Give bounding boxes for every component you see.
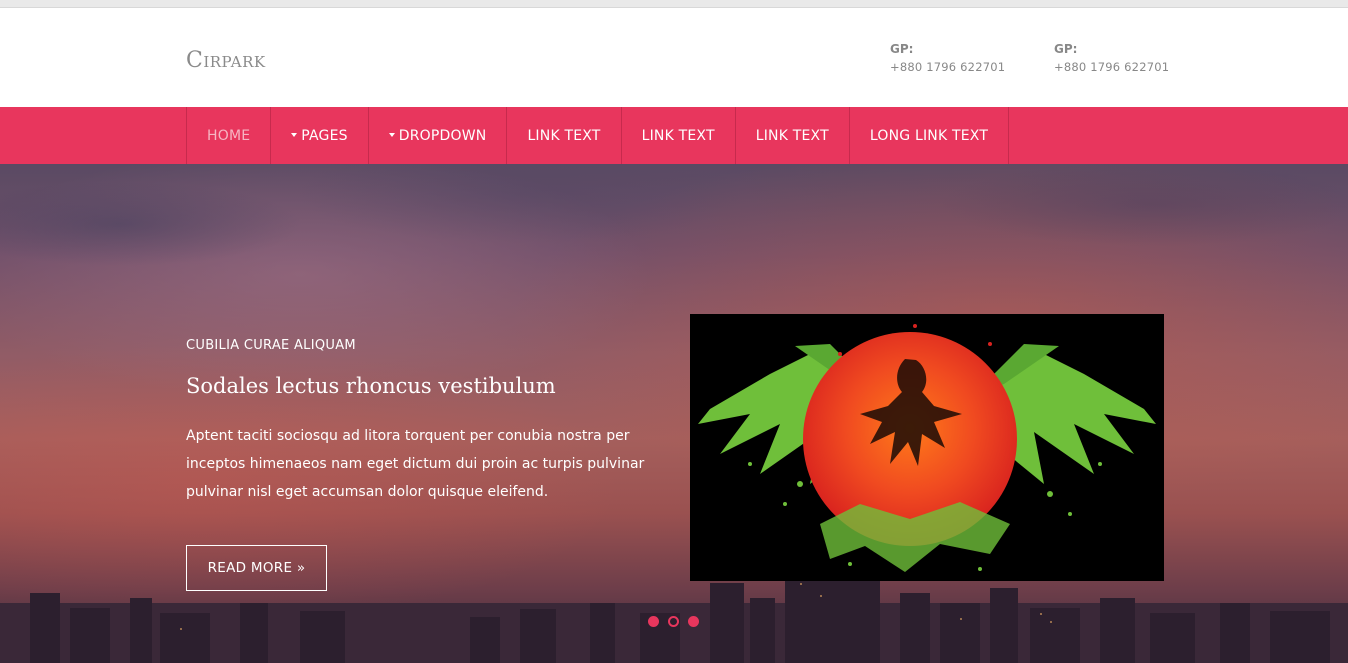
bangladesh-flag-eagle-image [690, 314, 1164, 581]
contact-info-1: GP: +880 1796 622701 [890, 42, 1005, 74]
nav-item-label: LONG LINK TEXT [869, 127, 989, 144]
nav-item-label: LINK TEXT [527, 127, 601, 144]
site-header: Cirpark GP: +880 1796 622701 GP: +880 17… [0, 8, 1348, 107]
contact-phone[interactable]: +880 1796 622701 [890, 60, 1005, 74]
read-more-button[interactable]: READ MORE » [186, 545, 327, 591]
slide-description: Aptent taciti sociosqu ad litora torquen… [186, 428, 645, 500]
nav-item-link-1[interactable]: LINK TEXT [507, 107, 622, 164]
eagle-illustration [690, 314, 1164, 581]
site-logo[interactable]: Cirpark [186, 48, 266, 73]
nav-item-pages[interactable]: PAGES [271, 107, 369, 164]
nav-item-label: HOME [207, 127, 251, 144]
nav-item-label: PAGES [301, 127, 348, 144]
nav-item-link-3[interactable]: LINK TEXT [736, 107, 850, 164]
nav-item-dropdown[interactable]: DROPDOWN [369, 107, 508, 164]
main-navbar: HOME PAGES DROPDOWN LINK TEXT LINK TEXT … [0, 107, 1348, 164]
nav-item-label: DROPDOWN [398, 127, 487, 144]
browser-top-strip [0, 0, 1348, 8]
nav-item-long-link[interactable]: LONG LINK TEXT [850, 107, 1010, 164]
slider-pagination [648, 616, 699, 627]
contact-info-2: GP: +880 1796 622701 [1054, 42, 1169, 74]
contact-phone[interactable]: +880 1796 622701 [1054, 60, 1169, 74]
slider-dot-3[interactable] [688, 616, 699, 627]
caret-down-icon [291, 132, 298, 137]
caret-down-icon [388, 132, 395, 137]
slide-kicker: CUBILIA CURAE ALIQUAM [186, 338, 356, 353]
hero-slider: CUBILIA CURAE ALIQUAM Sodales lectus rho… [0, 164, 1348, 663]
nav-item-label: LINK TEXT [641, 127, 715, 144]
nav-item-label: LINK TEXT [755, 127, 829, 144]
nav-menu: HOME PAGES DROPDOWN LINK TEXT LINK TEXT … [186, 107, 1010, 164]
slider-dot-1[interactable] [648, 616, 659, 627]
contact-label: GP: [890, 42, 914, 56]
slide-title: Sodales lectus rhoncus vestibulum [186, 374, 556, 398]
nav-item-home[interactable]: HOME [187, 107, 272, 164]
nav-item-link-2[interactable]: LINK TEXT [622, 107, 736, 164]
slider-dot-2-active[interactable] [668, 616, 679, 627]
contact-label: GP: [1054, 42, 1078, 56]
